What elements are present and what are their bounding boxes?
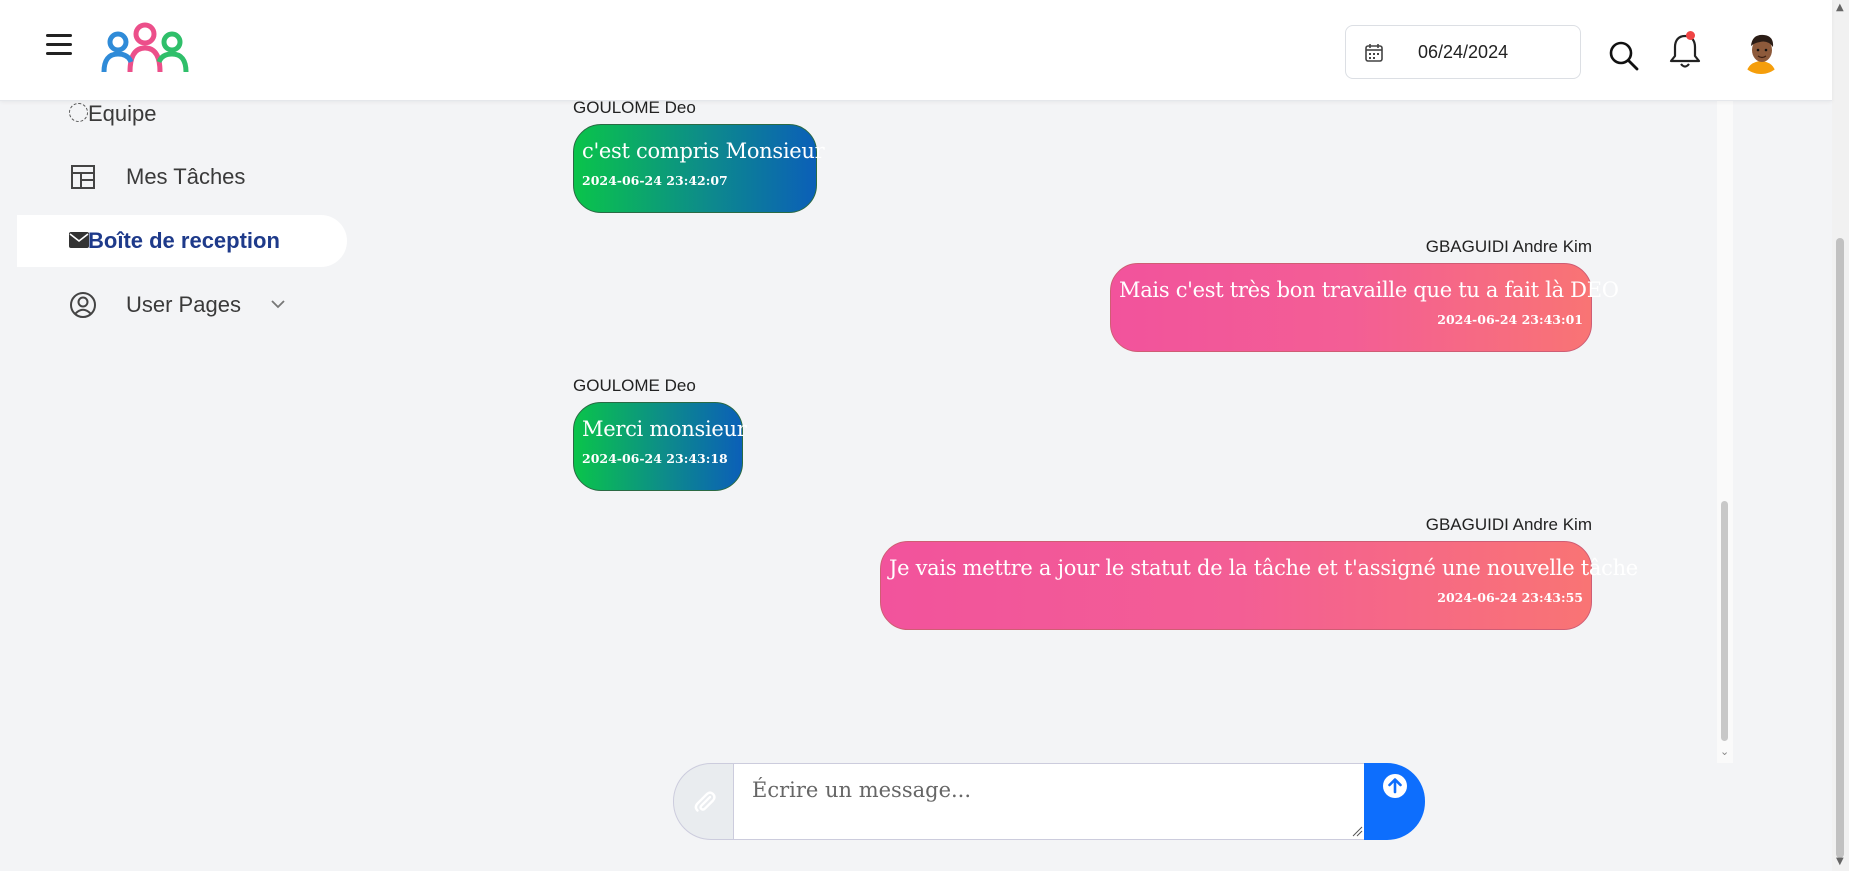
sidebar-item-user-pages[interactable]: User Pages <box>17 279 347 331</box>
scroll-up-arrow-icon[interactable]: ▲ <box>1836 2 1844 13</box>
message-bubble-received: Merci monsieur 2024-06-24 23:43:18 <box>573 402 747 491</box>
user-circle-icon <box>69 291 97 319</box>
message-text: Mais c'est très bon travaille que tu a f… <box>1119 278 1619 302</box>
message-sender: GBAGUIDI Andre Kim <box>1425 237 1592 256</box>
message-timestamp: 2024-06-24 23:43:18 <box>582 451 728 466</box>
message-bubble-sent: Mais c'est très bon travaille que tu a f… <box>1110 263 1619 352</box>
top-header: 06/24/2024 <box>0 0 1832 101</box>
message-bubble-sent: Je vais mettre a jour le statut de la tâ… <box>880 541 1638 630</box>
layout-icon <box>69 163 97 191</box>
arrow-up-circle-icon <box>1382 774 1407 798</box>
team-logo[interactable] <box>100 22 190 74</box>
date-value: 06/24/2024 <box>1418 42 1509 62</box>
attach-button[interactable] <box>673 763 735 840</box>
sidebar: Equipe Mes Tâches Boîte de reception Use… <box>17 101 347 871</box>
message-input[interactable] <box>733 763 1366 840</box>
message-text: Merci monsieur <box>582 417 747 441</box>
message-sender: GOULOME Deo <box>573 376 696 395</box>
message-composer <box>673 763 1425 840</box>
calendar-icon <box>1365 44 1383 62</box>
sidebar-item-label: Boîte de reception <box>88 228 280 253</box>
sidebar-item-label: Mes Tâches <box>126 164 246 189</box>
sidebar-item-label: User Pages <box>126 292 241 317</box>
hamburger-menu-icon[interactable] <box>46 34 72 56</box>
circle-icon <box>69 103 88 122</box>
notification-dot <box>1686 31 1695 40</box>
page-scrollbar-thumb[interactable] <box>1836 238 1844 858</box>
bell-icon[interactable] <box>1668 32 1702 70</box>
chat-scrollbar-thumb[interactable] <box>1721 501 1728 741</box>
sidebar-item-mes-taches[interactable]: Mes Tâches <box>17 151 347 203</box>
scroll-down-arrow-icon[interactable]: ▼ <box>1836 856 1844 867</box>
message-timestamp: 2024-06-24 23:43:55 <box>1437 590 1583 605</box>
message-text: Je vais mettre a jour le statut de la tâ… <box>889 556 1638 580</box>
sidebar-item-boite-de-reception[interactable]: Boîte de reception <box>17 215 347 267</box>
send-button[interactable] <box>1364 763 1425 840</box>
message-timestamp: 2024-06-24 23:43:01 <box>1437 312 1583 327</box>
message-bubble-received: c'est compris Monsieur 2024-06-24 23:42:… <box>573 124 825 213</box>
chevron-down-icon[interactable]: ⌄ <box>1720 745 1729 758</box>
sidebar-item-label: Equipe <box>88 101 157 126</box>
chat-scrollbar[interactable]: ⌄ <box>1717 101 1733 763</box>
search-icon[interactable] <box>1608 40 1640 72</box>
chevron-down-icon[interactable] <box>269 295 287 313</box>
date-picker[interactable]: 06/24/2024 <box>1345 25 1581 79</box>
envelope-icon <box>69 232 89 248</box>
paperclip-icon <box>694 790 716 812</box>
sidebar-item-equipe[interactable]: Equipe <box>17 101 347 129</box>
message-sender: GOULOME Deo <box>573 98 696 117</box>
message-sender: GBAGUIDI Andre Kim <box>1425 515 1592 534</box>
message-text: c'est compris Monsieur <box>582 139 825 163</box>
resize-grip-icon[interactable] <box>1351 825 1363 837</box>
user-avatar[interactable] <box>1738 28 1784 74</box>
page-scrollbar[interactable]: ▲ ▼ <box>1832 0 1849 871</box>
message-timestamp: 2024-06-24 23:42:07 <box>582 173 728 188</box>
